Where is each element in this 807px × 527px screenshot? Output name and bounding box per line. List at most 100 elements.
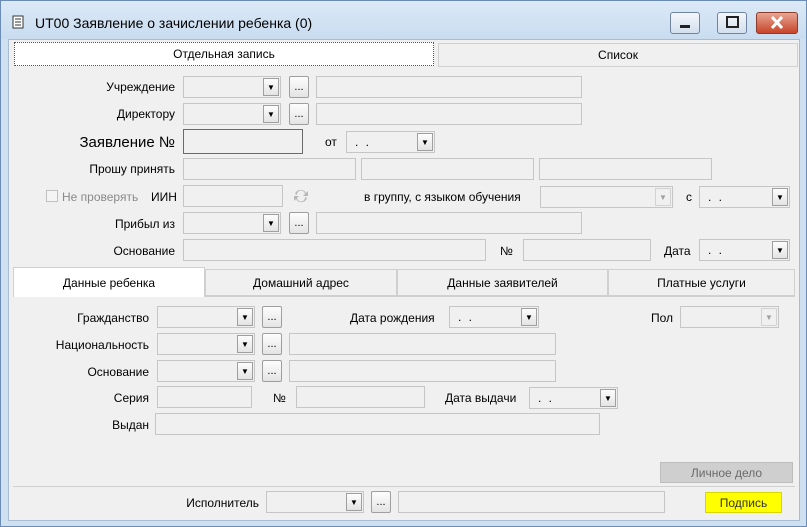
group-language-label: в группу, с языком обучения xyxy=(364,190,521,204)
application-number-field[interactable] xyxy=(183,129,303,154)
basis-date-picker[interactable]: . . ▼ xyxy=(699,239,790,261)
date-value: . . xyxy=(538,391,555,405)
chevron-down-icon[interactable]: ▼ xyxy=(521,308,537,326)
group-language-combo[interactable]: ▼ xyxy=(540,186,673,208)
tab-applicants-data[interactable]: Данные заявителей xyxy=(397,269,608,296)
executor-name-field[interactable] xyxy=(398,491,665,513)
child-basis-name-field[interactable] xyxy=(289,360,556,382)
tab-label: Платные услуги xyxy=(657,275,746,290)
chevron-down-icon[interactable]: ▼ xyxy=(655,188,671,206)
chevron-down-icon[interactable]: ▼ xyxy=(772,188,788,206)
basis-number-field[interactable] xyxy=(523,239,651,261)
institution-combo[interactable]: ▼ xyxy=(183,76,281,98)
basis-label: Основание xyxy=(113,244,175,258)
institution-name-field[interactable] xyxy=(316,76,582,98)
minimize-button[interactable] xyxy=(670,12,700,34)
doc-number-label: № xyxy=(273,391,286,405)
chevron-down-icon[interactable]: ▼ xyxy=(237,308,253,326)
maximize-button[interactable] xyxy=(717,12,747,34)
tab-single-record[interactable]: Отдельная запись xyxy=(14,42,434,66)
arrived-from-browse-button[interactable]: ... xyxy=(289,212,309,234)
tab-label: Домашний адрес xyxy=(253,275,349,290)
close-button[interactable] xyxy=(756,12,798,34)
director-combo[interactable]: ▼ xyxy=(183,103,281,125)
refresh-icon[interactable] xyxy=(290,187,312,205)
child-patronymic-field[interactable] xyxy=(539,158,712,180)
maximize-icon xyxy=(726,16,739,28)
gender-combo[interactable]: ▼ xyxy=(680,306,779,328)
chevron-down-icon[interactable]: ▼ xyxy=(237,335,253,353)
chevron-down-icon[interactable]: ▼ xyxy=(772,241,788,259)
arrived-from-combo[interactable]: ▼ xyxy=(183,212,281,234)
sign-button[interactable]: Подпись xyxy=(705,492,782,513)
tab-child-data[interactable]: Данные ребенка xyxy=(13,267,205,297)
arrived-from-name-field[interactable] xyxy=(316,212,582,234)
executor-browse-button[interactable]: ... xyxy=(371,491,391,513)
child-name-field[interactable] xyxy=(361,158,534,180)
series-field[interactable] xyxy=(157,386,252,408)
tab-label: Отдельная запись xyxy=(173,47,275,61)
no-check-label: Не проверять xyxy=(62,190,139,204)
tab-home-address[interactable]: Домашний адрес xyxy=(205,269,397,296)
tab-list[interactable]: Список xyxy=(438,43,798,67)
chevron-down-icon[interactable]: ▼ xyxy=(263,78,279,96)
date-value: . . xyxy=(708,190,725,204)
birthdate-picker[interactable]: . . ▼ xyxy=(449,306,539,328)
director-label: Директору xyxy=(116,107,175,121)
director-browse-button[interactable]: ... xyxy=(289,103,309,125)
close-icon xyxy=(770,15,784,30)
tab-label: Данные ребенка xyxy=(62,275,156,290)
button-label: Подпись xyxy=(719,495,768,510)
nationality-combo[interactable]: ▼ xyxy=(157,333,255,355)
personal-file-button[interactable]: Личное дело xyxy=(660,462,793,483)
director-name-field[interactable] xyxy=(316,103,582,125)
from-label: от xyxy=(325,135,337,149)
child-basis-combo[interactable]: ▼ xyxy=(157,360,255,382)
chevron-down-icon[interactable]: ▼ xyxy=(417,133,433,151)
nationality-name-field[interactable] xyxy=(289,333,556,355)
child-basis-label: Основание xyxy=(87,365,149,379)
no-check-checkbox[interactable] xyxy=(46,190,58,202)
tab-paid-services[interactable]: Платные услуги xyxy=(608,269,795,296)
application-date-picker[interactable]: . . ▼ xyxy=(346,131,435,153)
chevron-down-icon[interactable]: ▼ xyxy=(346,493,362,511)
since-label: с xyxy=(686,190,692,204)
child-surname-field[interactable] xyxy=(183,158,356,180)
footer-divider xyxy=(13,486,795,487)
chevron-down-icon[interactable]: ▼ xyxy=(263,214,279,232)
executor-combo[interactable]: ▼ xyxy=(266,491,364,513)
citizenship-combo[interactable]: ▼ xyxy=(157,306,255,328)
basis-field[interactable] xyxy=(183,239,486,261)
title-bar[interactable]: UT00 Заявление о зачислении ребенка (0) xyxy=(1,1,806,39)
chevron-down-icon[interactable]: ▼ xyxy=(237,362,253,380)
nationality-label: Национальность xyxy=(55,338,149,352)
tab-label: Список xyxy=(598,48,638,62)
chevron-down-icon[interactable]: ▼ xyxy=(761,308,777,326)
birthdate-label: Дата рождения xyxy=(350,311,435,325)
arrived-from-label: Прибыл из xyxy=(114,217,175,231)
since-date-picker[interactable]: . . ▼ xyxy=(699,186,790,208)
institution-browse-button[interactable]: ... xyxy=(289,76,309,98)
citizenship-label: Гражданство xyxy=(77,311,149,325)
iin-label: ИИН xyxy=(151,190,177,204)
request-label: Прошу принять xyxy=(89,162,175,176)
chevron-down-icon[interactable]: ▼ xyxy=(600,389,616,407)
tab-label: Данные заявителей xyxy=(447,275,558,290)
child-basis-browse-button[interactable]: ... xyxy=(262,360,282,382)
nationality-browse-button[interactable]: ... xyxy=(262,333,282,355)
issue-date-picker[interactable]: . . ▼ xyxy=(529,387,618,409)
button-label: Личное дело xyxy=(690,465,763,480)
basis-number-label: № xyxy=(500,244,513,258)
executor-label: Исполнитель xyxy=(186,496,259,510)
iin-field[interactable] xyxy=(183,185,283,207)
issued-by-label: Выдан xyxy=(112,418,149,432)
application-number-label: Заявление № xyxy=(79,134,175,151)
citizenship-browse-button[interactable]: ... xyxy=(262,306,282,328)
issued-by-field[interactable] xyxy=(155,413,600,435)
date-value: . . xyxy=(458,310,475,324)
app-window: UT00 Заявление о зачислении ребенка (0) … xyxy=(0,0,807,527)
doc-number-field[interactable] xyxy=(296,386,425,408)
document-icon xyxy=(12,15,24,29)
chevron-down-icon[interactable]: ▼ xyxy=(263,105,279,123)
issue-date-label: Дата выдачи xyxy=(445,391,517,405)
